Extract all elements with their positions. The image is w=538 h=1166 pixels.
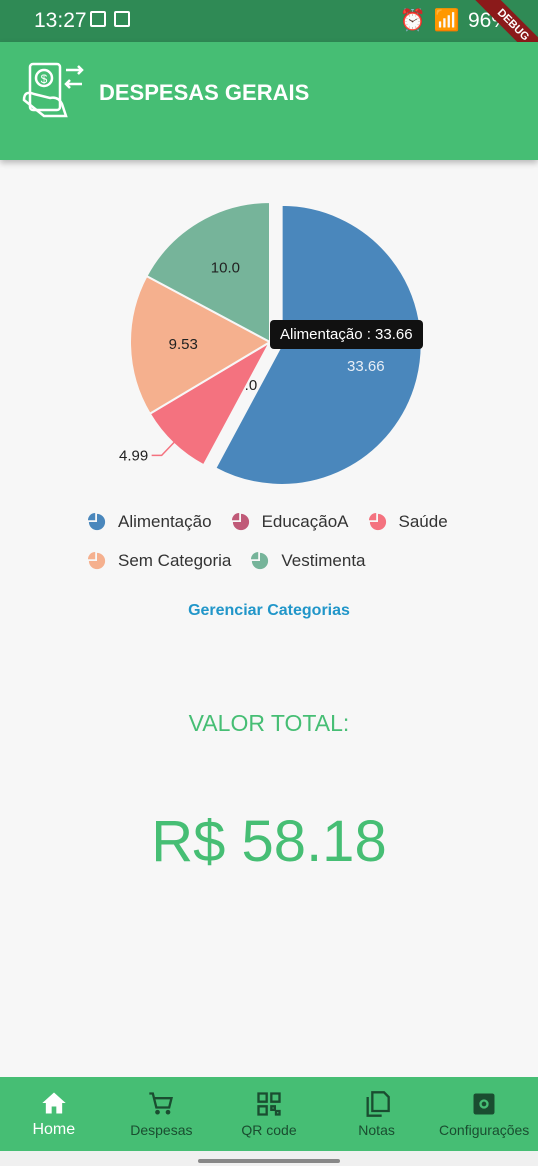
pie-data-label: 4.99 xyxy=(119,447,148,464)
bottom-nav: Home Despesas QR code Notas Configuraçõe… xyxy=(0,1077,538,1151)
pie-slice-icon xyxy=(88,551,106,569)
settings-icon xyxy=(473,1093,495,1115)
wifi-icon: 📶 xyxy=(433,9,460,32)
legend-item[interactable]: Alimentação xyxy=(88,512,212,532)
nav-label: Configurações xyxy=(439,1122,530,1138)
pie-data-label: 10.0 xyxy=(211,260,240,277)
nav-label: Despesas xyxy=(130,1122,193,1138)
legend-item[interactable]: Sem Categoria xyxy=(88,551,231,571)
legend-row: Sem Categoria Vestimenta xyxy=(88,541,488,580)
pie-data-label: 9.53 xyxy=(169,336,198,353)
pie-slice-icon xyxy=(88,512,106,530)
nav-label: QR code xyxy=(241,1122,297,1138)
alarm-icon: ⏰ xyxy=(399,9,426,32)
cart-icon xyxy=(149,1092,174,1115)
pie-chart: 33.660.04.999.5310.0 xyxy=(119,200,423,486)
pie-slice-icon xyxy=(231,512,249,530)
status-bar: 13:27 ⏰ 📶 96% DEBUG xyxy=(0,0,538,71)
nav-notas[interactable]: Notas xyxy=(323,1077,431,1151)
app-bar: $ DESPESAS GERAIS xyxy=(0,42,538,160)
chart-legend: Alimentação EducaçãoA Saúde Sem Categori… xyxy=(88,502,488,580)
nav-configuracoes[interactable]: Configurações xyxy=(430,1077,538,1151)
chart-area: 33.660.04.999.5310.0 xyxy=(0,180,538,490)
legend-label: Saúde xyxy=(398,511,448,531)
svg-text:$: $ xyxy=(41,72,48,86)
legend-row: Alimentação EducaçãoA Saúde xyxy=(88,502,488,541)
home-gesture-bar[interactable] xyxy=(198,1159,340,1163)
nav-home[interactable]: Home xyxy=(0,1077,108,1151)
legend-item[interactable]: Saúde xyxy=(368,511,448,532)
money-transfer-icon: $ xyxy=(22,62,84,118)
nav-qr-code[interactable]: QR code xyxy=(215,1077,323,1151)
qr-code-icon xyxy=(257,1092,281,1116)
legend-label: Alimentação xyxy=(118,511,212,531)
app-notification-icon xyxy=(114,11,130,27)
pie-data-label: 33.66 xyxy=(347,358,385,375)
image-icon xyxy=(90,11,106,27)
copy-icon xyxy=(366,1091,390,1117)
home-icon xyxy=(42,1092,66,1114)
page-title: DESPESAS GERAIS xyxy=(99,80,310,105)
nav-label: Home xyxy=(32,1121,76,1138)
chart-tooltip: Alimentação : 33.66 xyxy=(270,320,423,349)
nav-despesas[interactable]: Despesas xyxy=(108,1077,216,1151)
legend-item[interactable]: EducaçãoA xyxy=(231,511,349,532)
pie-slice-icon xyxy=(251,551,269,569)
total-value: R$ 58.18 xyxy=(151,809,387,874)
total-label: VALOR TOTAL: xyxy=(188,710,350,736)
legend-label: EducaçãoA xyxy=(261,511,349,531)
status-time: 13:27 xyxy=(34,9,87,32)
legend-label: Sem Categoria xyxy=(118,550,232,570)
legend-item[interactable]: Vestimenta xyxy=(251,550,366,571)
pie-slice-icon xyxy=(368,512,386,530)
manage-categories-link[interactable]: Gerenciar Categorias xyxy=(0,602,538,620)
legend-label: Vestimenta xyxy=(281,550,366,570)
nav-label: Notas xyxy=(358,1122,395,1138)
